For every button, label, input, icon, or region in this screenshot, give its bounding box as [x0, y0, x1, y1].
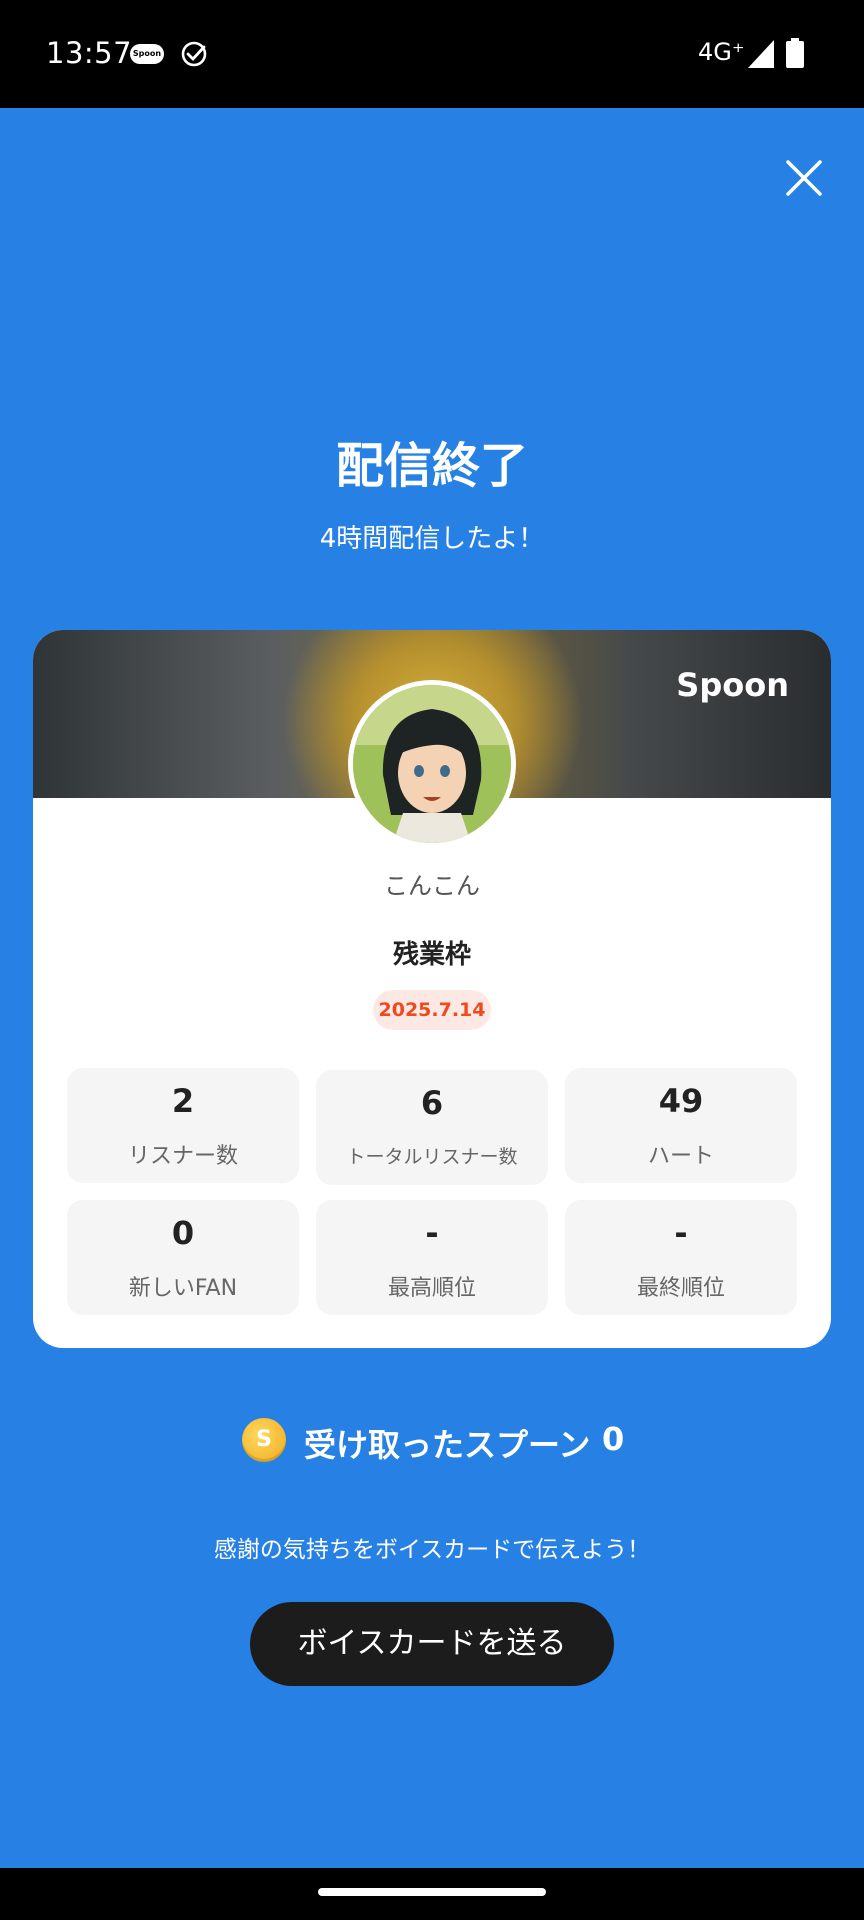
spoon-app-icon: Spoon: [130, 44, 164, 64]
received-spoons: S 受け取ったスプーン 0: [0, 1416, 864, 1466]
coin-icon: S: [242, 1418, 286, 1462]
navigation-bar: [0, 1868, 864, 1920]
avatar: [348, 680, 516, 848]
avatar-image: [353, 685, 511, 843]
close-icon[interactable]: [778, 152, 830, 204]
stat-label: 最高順位: [387, 1276, 476, 1301]
stat-highest-rank: - 最高順位: [316, 1200, 548, 1315]
stat-label: ハート: [647, 1144, 714, 1169]
battery-icon: [786, 38, 804, 68]
stat-value: 0: [171, 1214, 195, 1252]
stat-final-rank: - 最終順位: [565, 1200, 797, 1315]
stat-total-listeners: 6 トータルリスナー数: [316, 1070, 548, 1185]
stat-value: -: [674, 1214, 688, 1252]
stat-label: 新しいFAN: [128, 1276, 238, 1301]
stat-hearts: 49 ハート: [565, 1068, 797, 1183]
stat-label: リスナー数: [127, 1144, 238, 1169]
live-title: 残業枠: [392, 940, 471, 970]
stat-value: 49: [658, 1082, 704, 1120]
spoon-logo: Spoon: [676, 666, 789, 704]
received-spoons-count: 0: [602, 1420, 625, 1458]
signal-icon: [748, 40, 774, 68]
status-time: 13:57: [46, 36, 133, 70]
check-circle-icon: [181, 41, 207, 67]
stat-value: -: [425, 1214, 439, 1252]
stat-listeners: 2 リスナー数: [67, 1068, 299, 1183]
date-badge: 2025.7.14: [373, 990, 491, 1030]
send-voice-card-button[interactable]: ボイスカードを送る: [250, 1602, 614, 1686]
received-spoons-label: 受け取ったスプーン: [304, 1426, 591, 1464]
network-label: 4G⁺: [698, 38, 745, 66]
live-end-screen: 配信終了 4時間配信したよ！ Spoon こんこん 残業枠 2025.7.14 …: [0, 108, 864, 1868]
thanks-message: 感謝の気持ちをボイスカードで伝えよう！: [213, 1537, 651, 1563]
home-indicator[interactable]: [318, 1888, 546, 1896]
stat-new-fans: 0 新しいFAN: [67, 1200, 299, 1315]
page-title: 配信終了: [335, 438, 528, 494]
stat-label: 最終順位: [636, 1276, 725, 1301]
summary-card: Spoon こんこん 残業枠 2025.7.14 2 リスナー数 6 トータルリ…: [33, 630, 831, 1348]
page-subtitle: 4時間配信したよ！: [319, 524, 545, 554]
stat-value: 2: [171, 1082, 195, 1120]
stat-label: トータルリスナー数: [346, 1146, 518, 1168]
status-bar: 13:57 Spoon 4G⁺: [0, 0, 864, 108]
stat-value: 6: [420, 1084, 444, 1122]
host-name: こんこん: [384, 872, 480, 900]
